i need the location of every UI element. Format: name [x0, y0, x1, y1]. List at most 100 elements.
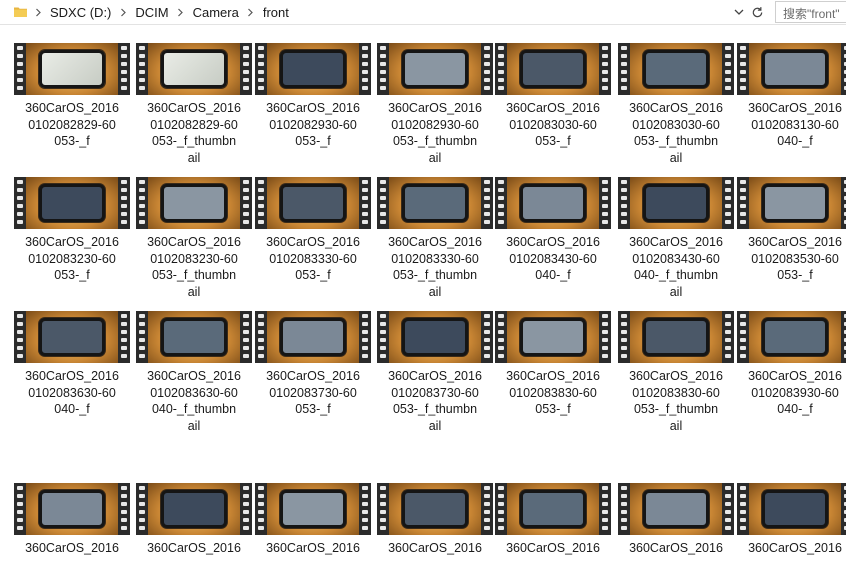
file-name-line: 040-_f — [777, 134, 813, 149]
video-file-icon — [495, 483, 611, 535]
breadcrumb-item[interactable]: Camera — [191, 5, 241, 20]
file-name-line: 360CarOS_2016 — [506, 235, 600, 249]
file-name-line: 040-_f — [535, 268, 571, 283]
file-name: 360CarOS_2016 0102083330-60 053-_f_thumbn a… — [373, 234, 497, 300]
file-name-line: 040-_f_thumbn — [633, 268, 719, 283]
video-file-icon — [136, 311, 252, 363]
file-name: 360CarOS_2016 — [10, 540, 134, 557]
file-name: 360CarOS_2016 0102083430-60 040-_f — [491, 234, 615, 284]
file-name-line: 0102083330-60 — [269, 251, 357, 266]
file-name: 360CarOS_2016 0102083330-60 053-_f — [251, 234, 375, 284]
file-name-line: 0102082930-60 — [269, 117, 357, 132]
video-file-icon — [377, 483, 493, 535]
breadcrumb-item[interactable]: front — [261, 5, 291, 20]
file-name-line: 053-_f — [295, 268, 331, 283]
file-name-line: 0102083730-60 — [269, 385, 357, 400]
file-name: 360CarOS_2016 — [733, 540, 846, 557]
file-name-line: 053-_f_thumbn — [151, 134, 237, 149]
file-name-line: 0102083230-60 — [28, 251, 116, 266]
file-name-line: 0102083230-60 — [150, 251, 238, 266]
file-grid: 360CarOS_2016 0102082829-60 053-_f 360CarOS… — [0, 0, 846, 564]
video-file-icon — [14, 43, 130, 95]
video-file-icon — [618, 43, 734, 95]
file-name-line: 360CarOS_2016 — [147, 101, 241, 115]
file-name-line: 0102082829-60 — [150, 117, 238, 132]
refresh-icon[interactable] — [749, 3, 765, 21]
file-name-line: 360CarOS_2016 — [266, 235, 360, 249]
video-file-icon — [377, 43, 493, 95]
file-name-line: 360CarOS_2016 — [147, 369, 241, 383]
file-name-line: 360CarOS_2016 — [629, 369, 723, 383]
video-file-icon — [618, 311, 734, 363]
address-bar: SDXC (D:) DCIM Camera front 搜索"front" — [0, 0, 846, 25]
breadcrumb-item[interactable]: DCIM — [133, 5, 170, 20]
file-name: 360CarOS_2016 — [491, 540, 615, 557]
file-name: 360CarOS_2016 0102083630-60 040-_f_thumbn a… — [132, 368, 256, 434]
video-file-icon — [136, 483, 252, 535]
file-name-line: ail — [669, 284, 683, 299]
video-file-icon — [136, 177, 252, 229]
file-name: 360CarOS_2016 — [251, 540, 375, 557]
chevron-right-icon[interactable] — [171, 0, 191, 24]
file-name-line: 360CarOS_2016 — [629, 101, 723, 115]
file-name-line: 0102083030-60 — [632, 117, 720, 132]
file-name-line: 0102082829-60 — [28, 117, 116, 132]
chevron-right-icon[interactable] — [241, 0, 261, 24]
file-name-line: 053-_f_thumbn — [392, 134, 478, 149]
file-name: 360CarOS_2016 — [614, 540, 738, 557]
file-name-line: 360CarOS_2016 — [748, 101, 842, 115]
file-name: 360CarOS_2016 0102083930-60 040-_f — [733, 368, 846, 418]
search-input[interactable]: 搜索"front" — [775, 1, 846, 23]
video-file-icon — [255, 43, 371, 95]
file-name-line: 040-_f — [777, 402, 813, 417]
file-name: 360CarOS_2016 0102083830-60 053-_f_thumbn a… — [614, 368, 738, 434]
file-name: 360CarOS_2016 0102083630-60 040-_f — [10, 368, 134, 418]
file-name-line: 053-_f — [535, 402, 571, 417]
video-file-icon — [737, 311, 846, 363]
file-name-line: 360CarOS_2016 — [388, 235, 482, 249]
video-file-icon — [14, 483, 130, 535]
chevron-down-icon[interactable] — [731, 3, 747, 21]
file-name-line: 053-_f — [54, 268, 90, 283]
file-name-line: 0102083930-60 — [751, 385, 839, 400]
file-name-line: 360CarOS_2016 — [629, 235, 723, 249]
video-file-icon — [618, 177, 734, 229]
file-name-line: 053-_f — [54, 134, 90, 149]
file-name-line: 360CarOS_2016 — [25, 101, 119, 115]
breadcrumb: SDXC (D:) DCIM Camera front — [28, 0, 291, 24]
file-name: 360CarOS_2016 0102082829-60 053-_f_thumbn a… — [132, 100, 256, 166]
file-name: 360CarOS_2016 0102083830-60 053-_f — [491, 368, 615, 418]
video-file-icon — [136, 43, 252, 95]
breadcrumb-item[interactable]: SDXC (D:) — [48, 5, 113, 20]
file-name-line: 040-_f_thumbn — [151, 402, 237, 417]
video-file-icon — [14, 177, 130, 229]
file-name-line: 0102083430-60 — [509, 251, 597, 266]
file-name-line: 360CarOS_2016 — [629, 541, 723, 555]
chevron-right-icon[interactable] — [113, 0, 133, 24]
file-name: 360CarOS_2016 0102083030-60 053-_f_thumbn a… — [614, 100, 738, 166]
file-name: 360CarOS_2016 0102083130-60 040-_f — [733, 100, 846, 150]
file-name: 360CarOS_2016 0102083230-60 053-_f — [10, 234, 134, 284]
file-name: 360CarOS_2016 0102082829-60 053-_f — [10, 100, 134, 150]
file-name-line: 360CarOS_2016 — [388, 369, 482, 383]
file-name-line: 053-_f — [535, 134, 571, 149]
file-name-line: 360CarOS_2016 — [25, 235, 119, 249]
video-file-icon — [495, 43, 611, 95]
file-name-line: ail — [669, 150, 683, 165]
file-name: 360CarOS_2016 0102083730-60 053-_f_thumbn a… — [373, 368, 497, 434]
file-name-line: 0102083730-60 — [391, 385, 479, 400]
file-name: 360CarOS_2016 — [132, 540, 256, 557]
file-name-line: ail — [187, 284, 201, 299]
file-name-line: 360CarOS_2016 — [25, 369, 119, 383]
file-name: 360CarOS_2016 0102083730-60 053-_f — [251, 368, 375, 418]
file-name: 360CarOS_2016 0102083530-60 053-_f — [733, 234, 846, 284]
video-file-icon — [737, 43, 846, 95]
file-name: 360CarOS_2016 — [373, 540, 497, 557]
file-name-line: 360CarOS_2016 — [266, 369, 360, 383]
file-name: 360CarOS_2016 0102083030-60 053-_f — [491, 100, 615, 150]
video-file-icon — [255, 483, 371, 535]
file-name-line: 0102082930-60 — [391, 117, 479, 132]
file-name-line: 360CarOS_2016 — [748, 369, 842, 383]
chevron-right-icon[interactable] — [28, 0, 48, 24]
file-name: 360CarOS_2016 0102082930-60 053-_f_thumbn a… — [373, 100, 497, 166]
